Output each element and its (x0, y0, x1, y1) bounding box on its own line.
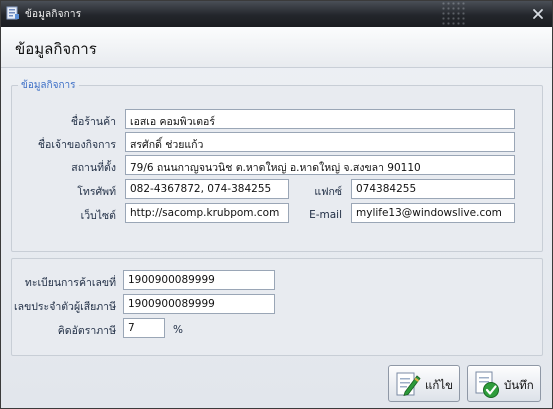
commerce-reg-field[interactable]: 1900900089999 (123, 270, 275, 290)
edit-button-label: แก้ไข (425, 378, 454, 392)
owner-name-field[interactable]: สรศักดิ์ ช่วยแก้ว (125, 132, 515, 152)
tax-id-field[interactable]: 1900900089999 (123, 294, 275, 314)
website-label: เว็บไซต์ (80, 210, 116, 222)
email-label: E-mail (309, 209, 342, 221)
owner-name-label: ชื่อเจ้าของกิจการ (37, 139, 116, 151)
business-info-window: ข้อมูลกิจการ ข้อมูลกิจการ ข้อมูลกิจการ ช… (0, 0, 553, 409)
fax-label: แฟกซ์ (314, 186, 342, 198)
commerce-reg-label: ทะเบียนการค้าเลขที่ (24, 277, 116, 289)
business-info-legend: ข้อมูลกิจการ (21, 80, 76, 91)
phone-field[interactable]: 082-4367872, 074-384255 (125, 179, 289, 199)
form-icon (6, 6, 19, 20)
edit-button[interactable]: แก้ไข (388, 365, 460, 402)
save-check-icon (475, 371, 499, 398)
save-button[interactable]: บันทึก (467, 365, 541, 402)
vat-rate-field[interactable]: 7 (123, 318, 165, 338)
phone-label: โทรศัพท์ (77, 186, 116, 198)
page-title: ข้อมูลกิจการ (15, 40, 97, 58)
save-button-label: บันทึก (504, 378, 534, 392)
shop-name-field[interactable]: เอสเอ คอมพิวเตอร์ (125, 109, 515, 129)
tax-id-label: เลขประจำตัวผู้เสียภาษี (14, 301, 116, 313)
close-icon[interactable] (530, 7, 546, 21)
vat-rate-unit: % (173, 324, 183, 336)
window-title: ข้อมูลกิจการ (25, 9, 82, 20)
edit-pen-icon (396, 372, 421, 397)
address-field[interactable]: 79/6 ถนนกาญจนวนิช ต.หาดใหญ่ อ.หาดใหญ่ จ.… (125, 155, 515, 175)
address-label: สถานที่ตั้ง (71, 162, 116, 174)
vat-rate-label: คิดอัตราภาษี (57, 325, 116, 337)
page-header: ข้อมูลกิจการ (1, 27, 552, 68)
email-field[interactable]: mylife13@windowslive.com (351, 203, 515, 223)
titlebar-decoration (441, 1, 465, 27)
fax-field[interactable]: 074384255 (351, 179, 515, 199)
shop-name-label: ชื่อร้านค้า (70, 116, 116, 128)
title-bar[interactable]: ข้อมูลกิจการ (1, 1, 552, 27)
website-field[interactable]: http://sacomp.krubpom.com (125, 203, 289, 223)
